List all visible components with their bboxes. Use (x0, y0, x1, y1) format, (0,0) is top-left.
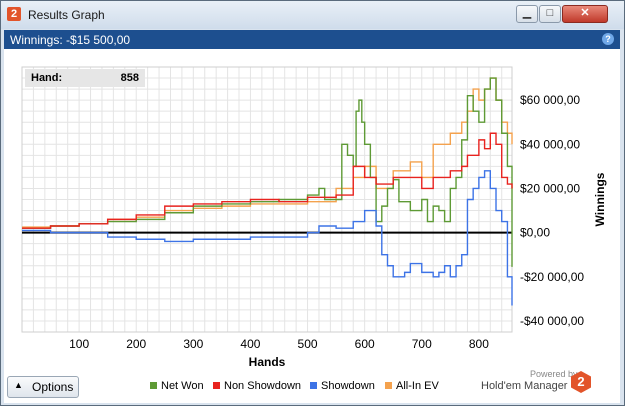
help-icon[interactable]: ? (602, 33, 614, 45)
maximize-icon: □ (546, 7, 554, 19)
x-tick-label: 100 (69, 337, 89, 351)
legend-all-in-ev[interactable]: All-In EV (385, 380, 439, 392)
legend-showdown[interactable]: Showdown (310, 380, 375, 392)
y-tick-label: $60 000,00 (520, 93, 580, 107)
hand-readout: Hand: 858 (25, 69, 145, 87)
x-tick-label: 600 (355, 337, 375, 351)
legend-swatch (150, 382, 157, 389)
hand-value: 858 (120, 72, 139, 84)
legend-label: All-In EV (396, 380, 439, 392)
brand-name: Hold'em Manager (481, 380, 568, 392)
graph-panel: 100 200 300 400 500 600 700 800 $60 000,00 $40 00… (4, 49, 620, 403)
y-axis-label: Winnings (593, 172, 607, 226)
app-logo-icon: 2 (7, 7, 21, 21)
title-bar[interactable]: 2 Results Graph ▁ □ ✕ (1, 1, 624, 29)
winnings-label: Winnings: -$15 500,00 (10, 33, 131, 47)
x-tick-label: 300 (183, 337, 203, 351)
y-tick-label: $40 000,00 (520, 137, 580, 151)
maximize-button[interactable]: □ (539, 5, 561, 23)
x-tick-label: 700 (412, 337, 432, 351)
y-tick-label: -$20 000,00 (520, 270, 584, 284)
x-tick-label: 200 (126, 337, 146, 351)
results-chart[interactable]: 100 200 300 400 500 600 700 800 $60 000,00 $40 00… (4, 49, 620, 369)
legend-net-won[interactable]: Net Won (150, 380, 204, 392)
legend-non-showdown[interactable]: Non Showdown (213, 380, 301, 392)
x-tick-label: 500 (298, 337, 318, 351)
legend-label: Showdown (321, 380, 375, 392)
powered-by-text: Powered by (530, 369, 578, 379)
x-axis-label: Hands (249, 355, 286, 369)
series-line-net-won (22, 77, 513, 267)
legend-label: Net Won (161, 380, 204, 392)
hand-label: Hand: (31, 72, 63, 84)
expand-up-icon: ▲ (14, 380, 23, 390)
legend-swatch (310, 382, 317, 389)
winnings-header: Winnings: -$15 500,00 ? (4, 30, 620, 49)
x-tick-label: 800 (469, 337, 489, 351)
series-line-non-showdown (22, 132, 513, 229)
close-icon: ✕ (580, 7, 590, 19)
minimize-button[interactable]: ▁ (516, 5, 538, 23)
legend-label: Non Showdown (224, 380, 302, 392)
y-tick-label: -$40 000,00 (520, 314, 584, 328)
close-button[interactable]: ✕ (562, 5, 608, 23)
y-tick-label: $20 000,00 (520, 181, 580, 195)
legend-swatch (385, 382, 392, 389)
window-title: Results Graph (28, 8, 105, 22)
y-tick-label: $0,00 (520, 226, 550, 240)
legend-swatch (213, 382, 220, 389)
options-button[interactable]: ▲ Options (7, 376, 79, 398)
results-graph-window: 2 Results Graph ▁ □ ✕ Winnings: -$15 500… (0, 0, 625, 406)
minimize-icon: ▁ (522, 7, 532, 19)
series-line-showdown (22, 170, 513, 306)
options-label: Options (32, 380, 74, 394)
x-tick-label: 400 (240, 337, 260, 351)
